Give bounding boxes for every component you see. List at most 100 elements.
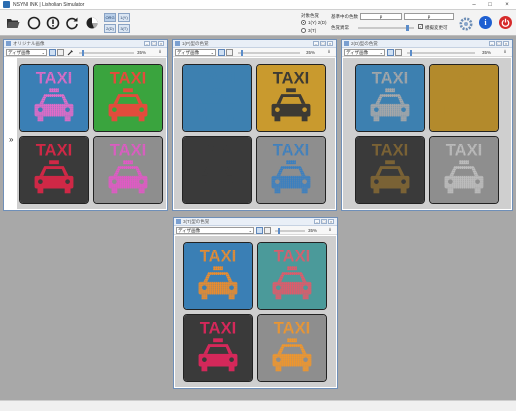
mode-org-button[interactable]: ORG <box>104 13 116 22</box>
circle-button[interactable] <box>26 15 42 31</box>
display-select-value: ディザ画像 <box>346 50 369 55</box>
view-grid-button[interactable] <box>57 49 64 56</box>
mode-2-button[interactable]: 2(D) <box>104 24 116 33</box>
image-grid: TAXI TAXI TAXI TAXI TAXI TAXI TAXI <box>174 58 335 209</box>
zoom-percent: 35% <box>482 50 492 55</box>
window-maximize-button[interactable]: □ <box>151 41 157 46</box>
close-icon[interactable]: × <box>499 0 515 10</box>
taxi-text: TAXI <box>446 69 482 87</box>
taxi-text: TAXI <box>200 319 236 337</box>
taxi-tile: TAXI <box>19 136 89 204</box>
window-close-button[interactable]: × <box>158 41 164 46</box>
app-title: NSYNI INK | Lisholian Simulator <box>13 1 85 8</box>
taxi-tile: TAXI <box>355 136 425 204</box>
taxi-tile: TAXI <box>183 314 253 382</box>
window-caption: 2(D)型の色覚 – □ × <box>342 40 512 48</box>
zoom-percent: 35% <box>306 50 316 55</box>
image-grid: TAXI TAXI TAXI TAXI TAXI TAXI <box>17 58 166 209</box>
chevron-down-icon: ⌄ <box>248 228 252 233</box>
taxi-tile: TAXI <box>256 64 326 132</box>
view-grid-button[interactable] <box>395 49 402 56</box>
eyedropper-icon[interactable] <box>67 49 74 56</box>
status-bar <box>0 400 516 411</box>
target-label: 対象色覚 <box>301 13 319 18</box>
chevron-down-icon: ⌄ <box>210 50 214 55</box>
simulate-checkbox[interactable]: ✓ <box>418 24 423 29</box>
minimize-icon[interactable]: – <box>466 0 482 10</box>
zoom-slider-knob[interactable] <box>278 228 280 234</box>
svg-text:TAXI: TAXI <box>372 69 408 87</box>
window-minimize-button[interactable]: – <box>489 41 495 46</box>
window-maximize-button[interactable]: □ <box>496 41 502 46</box>
window-close-button[interactable]: × <box>327 41 333 46</box>
display-select[interactable]: ディザ画像 ⌄ <box>176 227 254 234</box>
download-icon[interactable]: ⭳ <box>502 49 508 56</box>
info-icon[interactable]: i <box>479 16 492 29</box>
svg-text:TAXI: TAXI <box>274 319 310 337</box>
display-select[interactable]: ディザ画像 ⌄ <box>175 49 216 56</box>
window-icon <box>6 41 11 46</box>
zoom-slider[interactable] <box>238 50 300 56</box>
color-wheel-button[interactable] <box>84 15 100 31</box>
window-toolbar: ディザ画像 ⌄ 35% ⭳ <box>4 48 167 57</box>
refresh-button[interactable] <box>64 15 80 31</box>
svg-text:TAXI: TAXI <box>446 141 482 159</box>
power-icon[interactable] <box>499 16 512 29</box>
mag-field-left[interactable]: p <box>360 13 402 20</box>
radio-3[interactable] <box>301 28 306 33</box>
display-select[interactable]: ディザ画像 ⌄ <box>344 49 385 56</box>
taxi-tile: TAXI TAXI <box>182 64 252 132</box>
window-close-button[interactable]: × <box>503 41 509 46</box>
window-toolbar: ディザ画像 ⌄ 35% ⭳ <box>174 226 337 235</box>
view-dither-button[interactable] <box>218 49 225 56</box>
taxi-text: TAXI <box>372 141 408 159</box>
display-select[interactable]: ディザ画像 ⌄ <box>6 49 47 56</box>
window-tritan: 3(T)型の色覚 – □ × ディザ画像 ⌄ 35% ⭳ TAXI TAXI TAX… <box>173 217 338 389</box>
radio-1-2[interactable] <box>301 20 306 25</box>
svg-text:TAXI: TAXI <box>200 247 236 265</box>
download-icon[interactable]: ⭳ <box>327 227 333 234</box>
zoom-slider-knob[interactable] <box>82 50 84 56</box>
zoom-slider-knob[interactable] <box>241 50 243 56</box>
warning-button[interactable] <box>45 15 61 31</box>
window-close-button[interactable]: × <box>328 219 334 224</box>
view-dither-button[interactable] <box>256 227 263 234</box>
taxi-tile: TAXI TAXI <box>429 136 499 204</box>
svg-text:TAXI: TAXI <box>274 247 310 265</box>
zoom-slider[interactable] <box>275 228 305 234</box>
maximize-icon[interactable]: □ <box>482 0 498 10</box>
window-caption: オリジナル画像 – □ × <box>4 40 167 48</box>
simulate-checkbox-label: 模擬変更可 <box>425 25 448 30</box>
view-grid-button[interactable] <box>264 227 271 234</box>
window-maximize-button[interactable]: □ <box>321 219 327 224</box>
zoom-slider[interactable] <box>407 50 475 56</box>
zoom-slider[interactable] <box>79 50 134 56</box>
settings-gear-button[interactable] <box>458 16 474 32</box>
view-dither-button[interactable] <box>49 49 56 56</box>
taxi-tile: TAXI TAXI <box>19 64 89 132</box>
zoom-slider-knob[interactable] <box>410 50 412 56</box>
window-caption: 3(T)型の色覚 – □ × <box>174 218 337 226</box>
svg-text:TAXI: TAXI <box>273 141 309 159</box>
download-icon[interactable]: ⭳ <box>326 49 332 56</box>
mode-1-button[interactable]: 1(Y) <box>118 13 130 22</box>
mode-3-button[interactable]: 3(T) <box>118 24 130 33</box>
taxi-tile: TAXI TAXI <box>183 242 253 310</box>
view-dither-button[interactable] <box>387 49 394 56</box>
window-caption: 1(P)型の色覚 – □ × <box>173 40 336 48</box>
level-slider-knob[interactable] <box>406 25 409 31</box>
window-minimize-button[interactable]: – <box>313 41 319 46</box>
window-minimize-button[interactable]: – <box>314 219 320 224</box>
download-icon[interactable]: ⭳ <box>157 49 163 56</box>
image-grid: TAXI TAXI TAXI TAXI TAXI TAXI <box>343 58 511 209</box>
sidebar-expand-icon[interactable]: » <box>9 135 13 144</box>
window-toolbar: ディザ画像 ⌄ 35% ⭳ <box>173 48 336 57</box>
window-minimize-button[interactable]: – <box>144 41 150 46</box>
window-icon <box>344 41 349 46</box>
open-folder-button[interactable] <box>5 15 21 31</box>
mag-field-right[interactable]: p <box>404 13 454 20</box>
view-grid-button[interactable] <box>226 49 233 56</box>
window-maximize-button[interactable]: □ <box>320 41 326 46</box>
taxi-tile: TAXI TAXI <box>182 136 252 204</box>
window-icon <box>175 41 180 46</box>
